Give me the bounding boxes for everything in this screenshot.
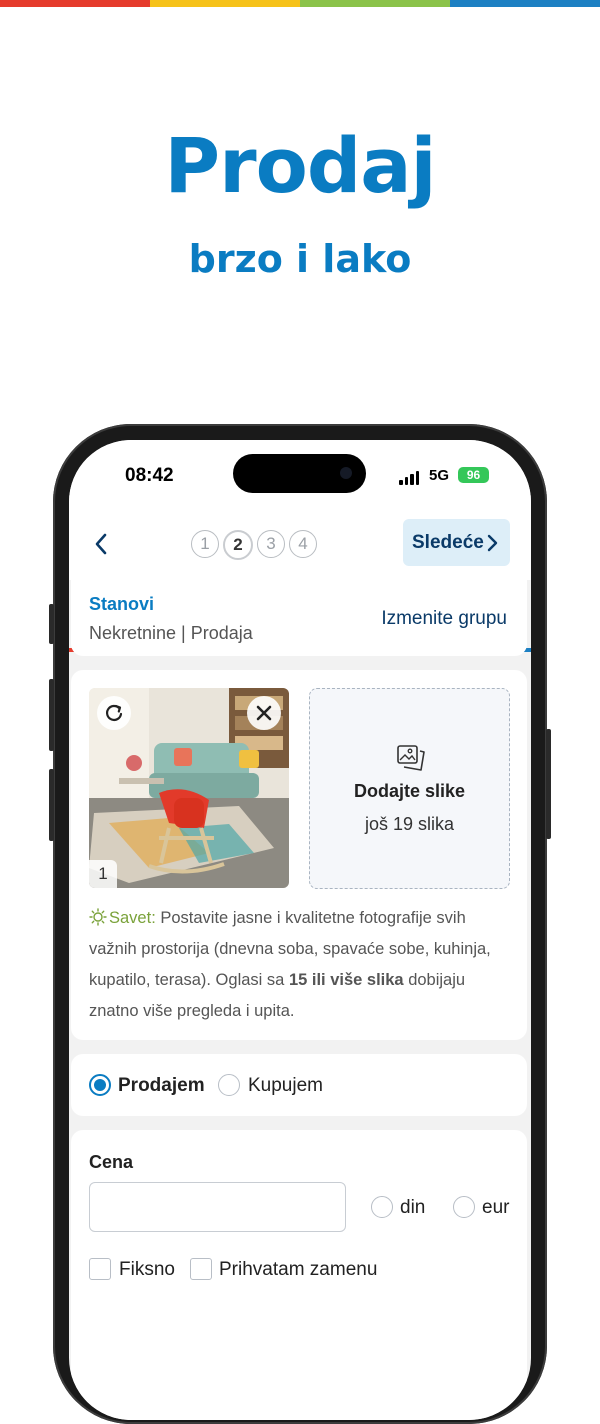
phone-volume-down bbox=[49, 769, 54, 841]
price-card: Cena din eur Fiksno Prihvatam zamenu bbox=[71, 1130, 527, 1420]
brand-stripe-green bbox=[300, 0, 450, 7]
step-3: 3 bbox=[257, 530, 285, 558]
phone-power-button bbox=[546, 729, 551, 839]
ad-type-card: Prodajem Kupujem bbox=[71, 1054, 527, 1116]
brand-stripe-blue bbox=[450, 0, 600, 7]
price-input[interactable] bbox=[89, 1182, 346, 1232]
step-2: 2 bbox=[223, 530, 253, 560]
hero-subtitle: brzo i lako bbox=[188, 237, 412, 281]
phone-screen: 08:42 5G 96 1 2 3 4 Sledeće Stanovi Nekr… bbox=[69, 440, 531, 1420]
status-time: 08:42 bbox=[125, 465, 174, 486]
price-label: Cena bbox=[89, 1152, 134, 1172]
radio-sell-label[interactable]: Prodajem bbox=[118, 1075, 205, 1097]
brand-color-bar bbox=[0, 0, 600, 7]
category-title: Stanovi bbox=[89, 594, 155, 614]
fixed-price-checkbox[interactable] bbox=[89, 1258, 111, 1280]
phone-frame: 08:42 5G 96 1 2 3 4 Sledeće Stanovi Nekr… bbox=[49, 424, 551, 1424]
add-photos-remaining: još 19 slika bbox=[364, 814, 455, 834]
fixed-price-label[interactable]: Fiksno bbox=[119, 1259, 175, 1281]
uploaded-photo[interactable]: 1 bbox=[89, 688, 289, 888]
step-indicator: 1 2 3 4 bbox=[191, 530, 317, 560]
brand-stripe-red bbox=[0, 0, 150, 7]
currency-eur-label[interactable]: eur bbox=[482, 1197, 509, 1219]
close-icon bbox=[256, 705, 272, 721]
network-type: 5G bbox=[429, 467, 450, 484]
phone-volume-up bbox=[49, 679, 54, 751]
next-button[interactable]: Sledeće bbox=[403, 519, 510, 566]
battery-icon: 96 bbox=[458, 467, 489, 483]
photo-tip: Savet: Postavite jasne i kvalitetne foto… bbox=[89, 903, 513, 1027]
category-card: Stanovi Nekretnine | Prodaja Izmenite gr… bbox=[71, 580, 527, 656]
hero-title: Prodaj bbox=[164, 121, 436, 210]
battery-level: 96 bbox=[466, 468, 481, 482]
currency-din-label[interactable]: din bbox=[400, 1197, 425, 1219]
currency-eur-radio[interactable] bbox=[453, 1196, 475, 1218]
photo-number: 1 bbox=[89, 860, 117, 888]
camera-icon bbox=[340, 467, 352, 479]
rotate-photo-button[interactable] bbox=[97, 696, 131, 730]
phone-mute-switch bbox=[49, 604, 54, 644]
accept-exchange-checkbox[interactable] bbox=[190, 1258, 212, 1280]
brand-stripe-yellow bbox=[150, 0, 300, 7]
images-icon bbox=[397, 745, 425, 771]
dynamic-island bbox=[233, 454, 366, 493]
add-photos-title: Dodajte slike bbox=[353, 781, 466, 801]
add-photos-button[interactable]: Dodajte slike još 19 slika bbox=[309, 688, 510, 889]
lightbulb-icon bbox=[89, 908, 107, 926]
next-button-label: Sledeće bbox=[412, 532, 484, 553]
radio-buy[interactable] bbox=[218, 1074, 240, 1096]
radio-sell[interactable] bbox=[89, 1074, 111, 1096]
chevron-right-icon bbox=[487, 534, 498, 552]
wizard-navbar: 1 2 3 4 Sledeće bbox=[69, 512, 531, 652]
currency-din-radio[interactable] bbox=[371, 1196, 393, 1218]
category-path: Nekretnine | Prodaja bbox=[89, 623, 253, 643]
signal-icon bbox=[399, 471, 419, 485]
change-group-link[interactable]: Izmenite grupu bbox=[381, 608, 507, 630]
rotate-icon bbox=[106, 704, 123, 721]
radio-buy-label[interactable]: Kupujem bbox=[248, 1075, 323, 1097]
tip-label: Savet: bbox=[109, 909, 156, 927]
status-bar: 08:42 5G 96 bbox=[69, 440, 531, 512]
remove-photo-button[interactable] bbox=[247, 696, 281, 730]
step-1: 1 bbox=[191, 530, 219, 558]
photos-card: 1 Dodajte slike još 19 slika Savet: Post… bbox=[71, 670, 527, 1040]
back-chevron-icon[interactable] bbox=[91, 530, 111, 558]
tip-bold: 15 ili više slika bbox=[288, 971, 404, 989]
accept-exchange-label[interactable]: Prihvatam zamenu bbox=[219, 1259, 377, 1281]
step-4: 4 bbox=[289, 530, 317, 558]
